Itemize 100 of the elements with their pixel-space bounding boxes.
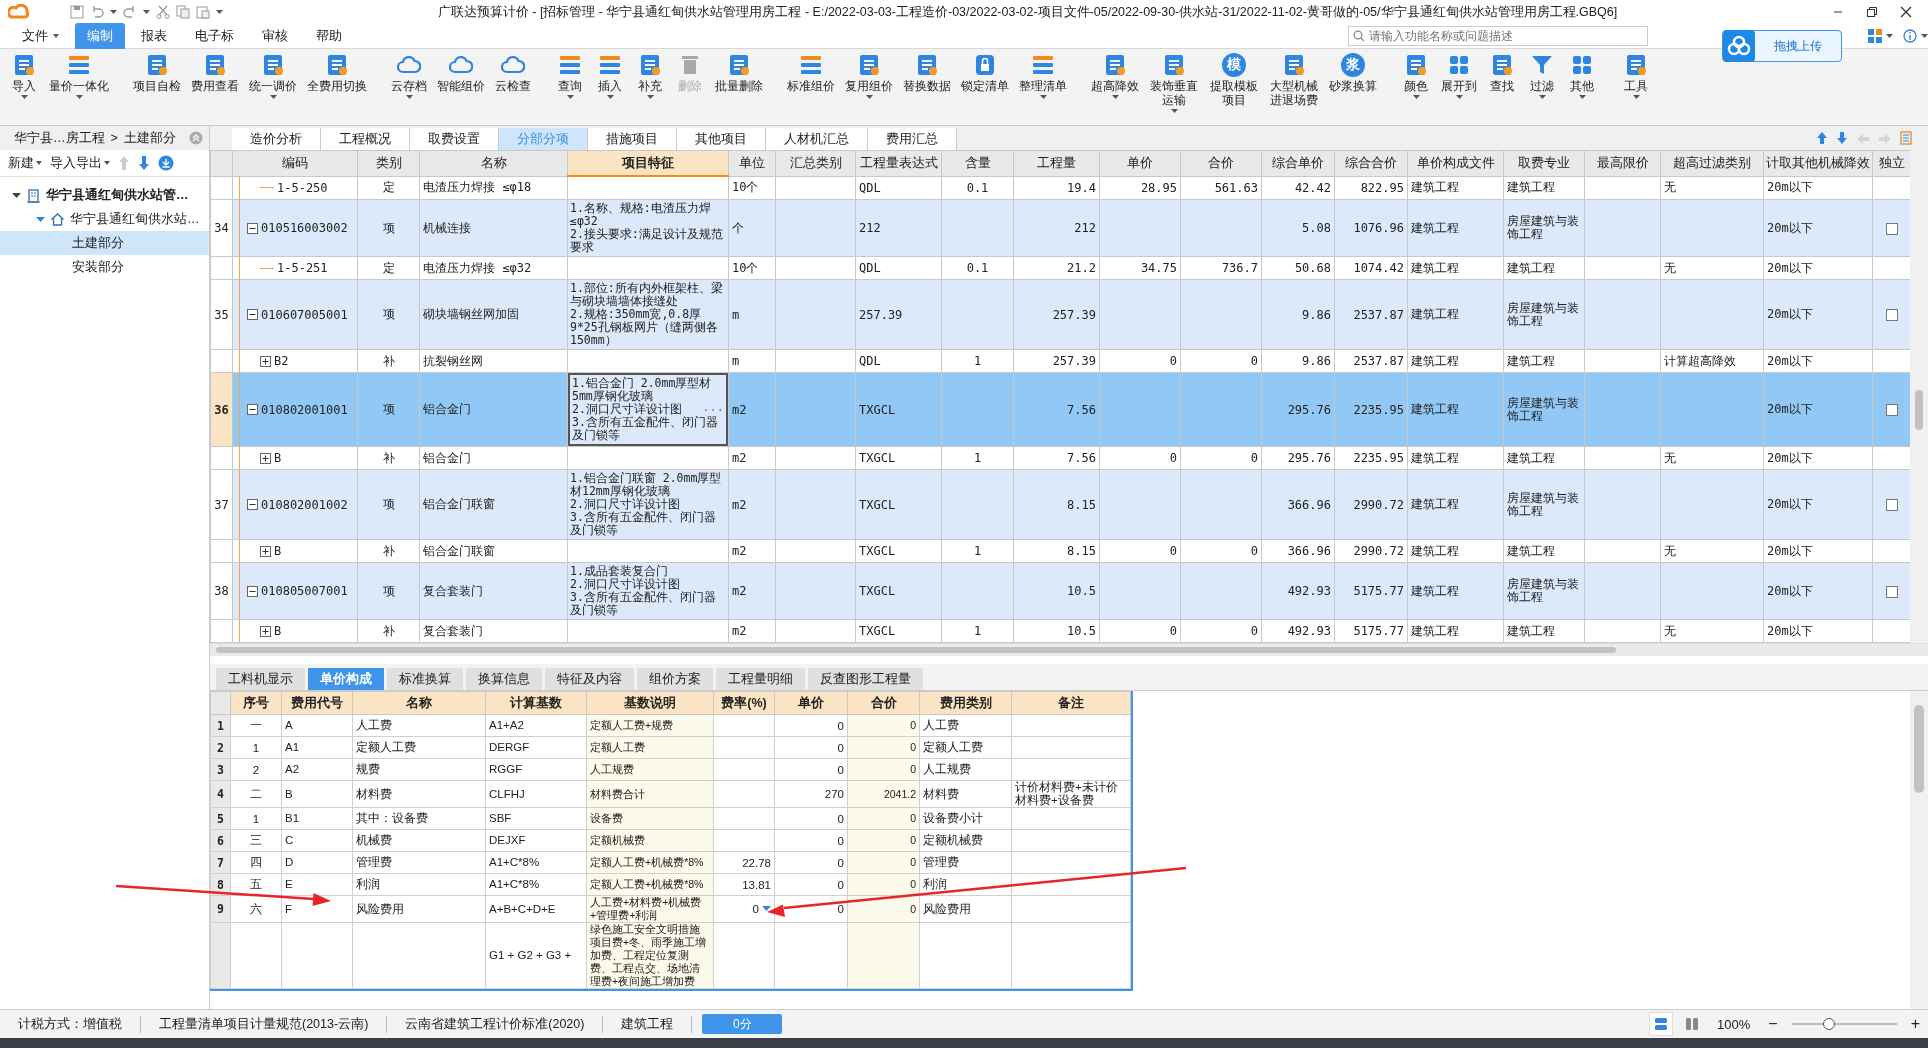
zoom-out-button[interactable]: − — [1760, 1015, 1786, 1033]
tab[interactable]: 工程量明细 — [716, 668, 805, 690]
column-header[interactable]: 单价 — [774, 691, 848, 715]
menu-item[interactable]: 电子标 — [183, 23, 246, 49]
vertical-scrollbar[interactable] — [1910, 691, 1928, 1009]
tab[interactable]: 特征及内容 — [545, 668, 634, 690]
menu-item[interactable]: 报表 — [129, 23, 179, 49]
caret-icon[interactable] — [12, 190, 21, 200]
toolbar-button[interactable]: 统一调价 — [246, 53, 300, 99]
zoom-in-button[interactable]: + — [1902, 1015, 1928, 1033]
column-header[interactable]: 费用代号 — [281, 691, 353, 715]
toolbar-button[interactable]: 其他 — [1564, 53, 1600, 99]
column-header[interactable]: 费用类别 — [919, 691, 1012, 715]
table-row[interactable]: B 补 铝合金门 m2 TXGCL 1 7.56 0 0 295.76 2235.95 建筑工程 建筑工程 无 20m以下 — [210, 446, 1911, 470]
grid-icon[interactable] — [1868, 29, 1882, 43]
column-header[interactable]: 最高限价 — [1584, 150, 1661, 176]
redo-icon[interactable] — [123, 5, 137, 19]
tree-item[interactable]: 安装部分 — [0, 255, 209, 279]
menu-button[interactable]: 导入导出 — [50, 154, 110, 172]
column-header[interactable]: 计算基数 — [485, 691, 587, 715]
tab[interactable]: 人材机汇总 — [766, 128, 868, 150]
menu-item[interactable]: 帮助 — [304, 23, 354, 49]
toolbar-button[interactable]: 量价一体化 — [46, 53, 112, 99]
horizontal-scrollbar[interactable] — [210, 643, 1928, 656]
toolbar-button[interactable]: 标准组价 — [784, 53, 838, 99]
toolbar-button[interactable]: 颜色 — [1398, 53, 1434, 99]
toolbar-button[interactable]: 智能组价 — [434, 53, 488, 99]
toolbar-button[interactable]: 插入 — [592, 53, 628, 99]
column-header[interactable]: 单价构成文件 — [1407, 150, 1504, 176]
tree-item[interactable]: 土建部分 — [0, 231, 209, 255]
toolbar-button[interactable]: 模 提取模板项目 — [1206, 53, 1262, 113]
toolbar-button[interactable]: 项目自检 — [130, 53, 184, 99]
tab[interactable]: 工程概况 — [321, 128, 410, 150]
vertical-scrollbar[interactable] — [1910, 150, 1928, 643]
column-header[interactable]: 工程量 — [1013, 150, 1100, 176]
table-row[interactable]: B2 补 抗裂钢丝网 m QDL 1 257.39 0 0 9.86 2537.87 建筑工程 建筑工程 计算超高降效 20m以下 — [210, 349, 1911, 373]
download-icon[interactable] — [158, 155, 174, 171]
column-header[interactable]: 综合合价 — [1334, 150, 1408, 176]
down-arrow-icon[interactable] — [1836, 131, 1848, 145]
checkbox[interactable] — [1885, 309, 1898, 321]
column-header[interactable]: 合价 — [1180, 150, 1262, 176]
expand-icon[interactable] — [260, 452, 271, 464]
toolbar-button[interactable]: 锁定清单 — [958, 53, 1012, 99]
column-header[interactable]: 单价 — [1099, 150, 1181, 176]
toolbar-button[interactable]: 批量删除 — [712, 53, 766, 99]
column-header[interactable]: 计取其他机械降效 — [1763, 150, 1873, 176]
expand-icon[interactable] — [260, 545, 271, 557]
table-row[interactable]: 1-5-250 定 电渣压力焊接 ≤φ18 10个 QDL 0.1 19.4 28.95 561.63 42.42 822.95 建筑工程 建筑工程 无 20m以下 — [210, 176, 1911, 200]
checkbox[interactable] — [1885, 222, 1898, 235]
column-header[interactable]: 含量 — [941, 150, 1014, 176]
toolbar-button[interactable]: 查询 — [552, 53, 588, 99]
collapse-icon[interactable] — [247, 585, 258, 597]
toolbar-button[interactable]: 超高降效 — [1088, 53, 1142, 113]
undo-icon[interactable] — [90, 5, 104, 19]
tab[interactable]: 措施项目 — [588, 128, 677, 150]
copy-icon[interactable] — [176, 5, 190, 19]
toolbar-button[interactable]: 整理清单 — [1016, 53, 1070, 99]
menu-button[interactable]: 新建 — [8, 154, 42, 172]
column-header[interactable]: 合价 — [847, 691, 920, 715]
paste-icon[interactable] — [196, 5, 210, 19]
tab[interactable]: 换算信息 — [466, 668, 542, 690]
column-header[interactable]: 超高过滤类别 — [1660, 150, 1764, 176]
column-header[interactable]: 名称 — [352, 691, 486, 715]
toolbar-button[interactable]: 查找 — [1484, 53, 1520, 99]
menu-item[interactable]: 文件 — [10, 23, 71, 49]
column-header[interactable]: 费率(%) — [713, 691, 775, 715]
table-row[interactable]: 38 010805007001 项 复合套装门 1.成品套装复合门 2.洞口尺寸详设计图 3.含所有五金配件、闭门器及门锁等 m2 TXGCL 10.5 492.93 5175.77 建筑工程 房屋建筑与装饰工程 20m以下 — [210, 562, 1911, 620]
breadcrumb-item[interactable]: 华宁县…房工程 — [14, 129, 105, 147]
column-header[interactable]: 编码 — [232, 150, 358, 176]
table-row[interactable]: 35 010607005001 项 砌块墙钢丝网加固 1.部位:所有内外框架柱、梁与砌块墙墙体接缝处 2.规格:350mm宽,0.8厚9*25孔钢板网片（缝两侧各150mm） m 257.39 257.39 9.86 2537.87 建筑工程 房屋建筑与装饰工程 20m以下 — [210, 279, 1911, 350]
column-header[interactable]: 综合单价 — [1261, 150, 1335, 176]
search-field[interactable]: 请输入功能名称或问题描述 — [1348, 26, 1648, 46]
tab[interactable]: 造价分析 — [232, 128, 321, 150]
tab[interactable]: 其他项目 — [677, 128, 766, 150]
toolbar-button[interactable]: 云检查 — [492, 53, 534, 99]
tree-item[interactable]: 华宁县通红甸供水站… — [70, 210, 200, 228]
tree-item[interactable]: 华宁县通红甸供水站管… — [46, 186, 189, 204]
column-header[interactable]: 独立 — [1872, 150, 1911, 176]
toolbar-button[interactable]: 浆 砂浆换算 — [1326, 53, 1380, 113]
tab[interactable]: 取费设置 — [410, 128, 499, 150]
table-row[interactable]: B 补 复合套装门 m2 TXGCL 1 10.5 0 0 492.93 5175.77 建筑工程 建筑工程 无 20m以下 — [210, 619, 1911, 643]
cut-icon[interactable] — [156, 5, 170, 19]
table-row[interactable]: 36 010802001001 项 铝合金门 1.铝合金门 2.0mm厚型材5mm厚钢化玻璃 2.洞口尺寸详设计图 3.含所有五金配件、闭门器及门锁等 ··· m2 TXGCL 7.56 295.76 2235.95 建筑工程 房屋建筑与装饰工程 20m以下 — [210, 372, 1911, 447]
toolbar-button[interactable]: 装饰垂直运输 — [1146, 53, 1202, 113]
save-icon[interactable] — [70, 5, 84, 19]
toolbar-button[interactable]: 大型机械进退场费 — [1266, 53, 1322, 113]
tab[interactable]: 组价方案 — [637, 668, 713, 690]
table-row[interactable]: 37 010802001002 项 铝合金门联窗 1.铝合金门联窗 2.0mm厚型材12mm厚钢化玻璃 2.洞口尺寸详设计图 3.含所有五金配件、闭门器及门锁等 m2 TXGCL 8.15 366.96 2990.72 建筑工程 房屋建筑与装饰工程 20m以下 — [210, 469, 1911, 540]
tab[interactable]: 费用汇总 — [868, 128, 957, 150]
collapse-icon[interactable] — [247, 404, 258, 415]
toolbar-button[interactable]: 导入 — [6, 53, 42, 99]
up-arrow-icon[interactable] — [1816, 131, 1828, 145]
checkbox[interactable] — [1885, 404, 1898, 416]
close-icon[interactable] — [1900, 6, 1912, 18]
tab[interactable]: 标准换算 — [387, 668, 463, 690]
column-header[interactable]: 项目特征 — [567, 150, 729, 176]
column-header[interactable]: 汇总类别 — [775, 150, 856, 176]
column-header[interactable]: 单位 — [728, 150, 776, 176]
tab[interactable]: 反查图形工程量 — [808, 668, 923, 690]
table-cell[interactable]: 0 — [752, 903, 759, 915]
